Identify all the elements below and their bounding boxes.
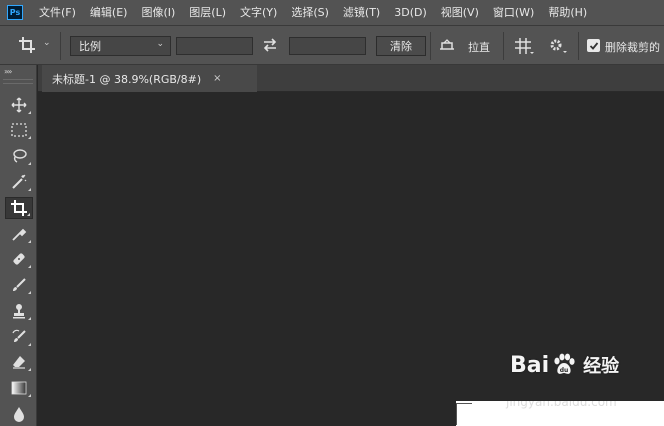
straighten-label[interactable]: 拉直 [468,39,490,55]
brush-tool[interactable] [5,274,33,296]
bandage-icon [13,253,25,265]
divider [60,32,61,60]
crop-preset-icon[interactable] [18,36,36,58]
menu-3d[interactable]: 3D(D) [387,0,434,25]
menu-help[interactable]: 帮助(H) [541,0,594,25]
menu-window[interactable]: 窗口(W) [486,0,541,25]
tools-panel: » » [0,65,37,426]
history-brush-icon [12,329,26,342]
panel-grip[interactable] [3,79,33,84]
watermark-url: jingyan.baidu.com [506,401,617,409]
crop-tool[interactable] [5,197,33,219]
watermark-suffix: 经验 [583,356,620,377]
document-tab-title: 未标题-1 @ 38.9%(RGB/8#) [52,72,202,86]
swap-icon[interactable] [262,37,278,57]
delete-cropped-label[interactable]: 删除裁剪的 [605,39,660,55]
straighten-icon[interactable] [437,37,457,57]
lasso-icon [13,149,27,163]
menu-image[interactable]: 图像(I) [134,0,182,25]
collapse-arrows-icon[interactable]: » » [4,67,12,76]
chevron-down-icon: ⌄ [156,39,164,49]
menu-edit[interactable]: 编辑(E) [83,0,135,25]
lasso-tool[interactable] [5,145,33,167]
ratio-select[interactable]: 比例 ⌄ [70,36,171,56]
divider [430,32,431,60]
paw-icon: du [554,353,575,374]
photoshop-logo-icon[interactable]: Ps [7,5,23,20]
svg-text:du: du [560,367,569,374]
move-icon [11,97,27,113]
watermark-brand: Bai [510,352,550,378]
eraser-icon [13,356,25,369]
brush-icon [13,278,26,291]
eyedropper-icon [12,228,27,241]
width-input[interactable] [176,37,253,55]
blur-tool[interactable] [5,403,33,425]
move-tool[interactable] [5,94,33,116]
magic-wand-icon [12,174,27,189]
delete-cropped-checkbox[interactable] [587,39,600,52]
healing-brush-tool[interactable] [5,248,33,270]
marquee-icon [11,123,27,137]
menu-file[interactable]: 文件(F) [32,0,83,25]
menu-bar: Ps 文件(F) 编辑(E) 图像(I) 图层(L) 文字(Y) 选择(S) 滤… [0,0,664,25]
document-tab[interactable]: 未标题-1 @ 38.9%(RGB/8#) × [42,65,257,92]
gear-icon[interactable] [548,37,568,59]
document-tab-bar: 未标题-1 @ 38.9%(RGB/8#) × [38,65,664,92]
clone-stamp-tool[interactable] [5,300,33,322]
baidu-jingyan-watermark: Bai du 经验 [510,352,619,378]
menu-view[interactable]: 视图(V) [434,0,486,25]
clear-button[interactable]: 清除 [376,36,426,56]
options-bar: ⌄ 比例 ⌄ 清除 拉直 删除裁剪的 [0,25,664,65]
close-icon[interactable]: × [213,73,221,84]
eyedropper-tool[interactable] [5,223,33,245]
gradient-icon [11,381,27,395]
eraser-tool[interactable] [5,351,33,373]
menu-type[interactable]: 文字(Y) [233,0,284,25]
overlay-grid-icon[interactable] [514,37,534,59]
stamp-icon [13,304,25,319]
marquee-tool[interactable] [5,119,33,141]
magic-wand-tool[interactable] [5,171,33,193]
chevron-down-icon[interactable]: ⌄ [43,38,51,48]
ratio-select-value: 比例 [79,40,101,53]
history-brush-tool[interactable] [5,326,33,348]
menu-select[interactable]: 选择(S) [284,0,336,25]
height-input[interactable] [289,37,366,55]
watermark-strip: jingyan.baidu.com [456,401,664,426]
menu-layer[interactable]: 图层(L) [182,0,233,25]
divider [503,32,504,60]
divider [578,32,579,60]
gradient-tool[interactable] [5,377,33,399]
menu-filter[interactable]: 滤镜(T) [336,0,387,25]
drop-icon [14,407,24,422]
crop-icon [11,200,27,216]
